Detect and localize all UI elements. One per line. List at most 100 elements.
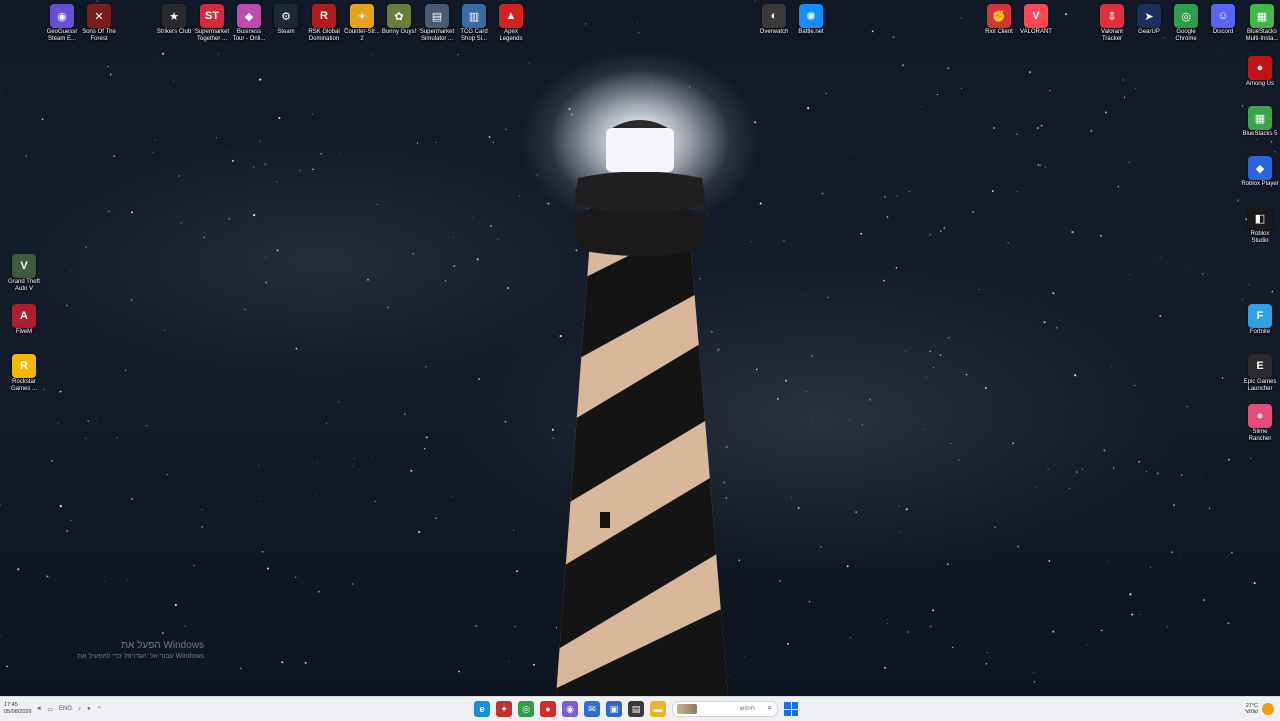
desktop-icon-valorant[interactable]: VVALORANT — [1014, 0, 1058, 36]
chevron-up-icon[interactable]: ⌃ — [97, 706, 102, 713]
watermark-title: הפעל את Windows — [62, 640, 204, 651]
desktop-icon-label: Sons Of The Forest — [77, 29, 121, 43]
taskbar-search[interactable]: חיפוש ⌕ — [672, 701, 778, 717]
mail-icon: ✉ — [588, 704, 596, 715]
desktop-icon-bluestacks-multi[interactable]: ▦BlueStacks Multi-Insta... — [1240, 0, 1280, 43]
desktop-icon-label: Rockstar Games ... — [2, 379, 46, 393]
app-icon: ◉ — [566, 704, 574, 715]
desktop-icon-gta-v[interactable]: VGrand Theft Auto V — [2, 250, 46, 293]
desktop-icon-roblox-player[interactable]: ◆Roblox Player — [1238, 152, 1280, 188]
forest-icon: ✕ — [87, 4, 111, 28]
rockstar-icon: R — [12, 354, 36, 378]
desktop-icon-label: Epic Games Launcher — [1238, 379, 1280, 393]
taskbar: 17:45 05/08/2026 🔊︎ ▭ ENG ♪ ● ⌃ e ✦ ◎ ● ◉ ✉ ▣ ▤… — [0, 696, 1280, 721]
taskbar-apps: e ✦ ◎ ● ◉ ✉ ▣ ▤ ▬ חיפוש ⌕ — [474, 699, 798, 719]
steam-icon: ⚙ — [274, 4, 298, 28]
desktop-icon-epic-games[interactable]: EEpic Games Launcher — [1238, 350, 1280, 393]
desktop-icon-label: BlueStacks 5 — [1238, 131, 1280, 138]
microphone-icon[interactable]: ♪ — [78, 706, 81, 712]
watermark-subtitle: עבור אל 'הגדרות' כדי להפעיל את Windows — [62, 653, 204, 660]
taskbar-app-app-record[interactable]: ● — [540, 701, 556, 717]
cards-icon: ▥ — [462, 4, 486, 28]
chrome-icon: ◎ — [522, 704, 530, 715]
gta-icon: V — [12, 254, 36, 278]
store-icon: ▤ — [425, 4, 449, 28]
apex-icon: ▲ — [499, 4, 523, 28]
desktop-icon-label: Roblox Studio — [1238, 231, 1280, 245]
shield-icon: ★ — [162, 4, 186, 28]
search-placeholder: חיפוש — [740, 706, 755, 712]
desktop-icon-bluestacks-5[interactable]: ▦BlueStacks 5 — [1238, 102, 1280, 138]
desktop-icon-slime-rancher[interactable]: ●Slime Rancher — [1238, 400, 1280, 443]
bluestacks-icon: ▦ — [1248, 106, 1272, 130]
app-icon: ✦ — [500, 704, 508, 715]
rsk-icon: R — [312, 4, 336, 28]
gearup-icon: ➤ — [1137, 4, 1161, 28]
taskbar-app-edge[interactable]: e — [474, 701, 490, 717]
cs2-icon: ✦ — [350, 4, 374, 28]
volume-icon[interactable]: 🔊︎ — [38, 706, 42, 713]
among-us-icon: ● — [1248, 56, 1272, 80]
taskbar-app-chrome[interactable]: ◎ — [518, 701, 534, 717]
network-icon[interactable]: ▭ — [47, 706, 53, 713]
start-button[interactable] — [784, 702, 798, 716]
desktop-icon-rockstar-games[interactable]: RRockstar Games ... — [2, 350, 46, 393]
language-indicator[interactable]: ENG — [59, 706, 72, 712]
taskbar-left-tray: 17:45 05/08/2026 🔊︎ ▭ ENG ♪ ● ⌃ — [4, 699, 102, 719]
tracker-icon: ⇩ — [1100, 4, 1124, 28]
search-icon: ⌕ — [768, 703, 772, 713]
desktop-icon-label: Slime Rancher — [1238, 429, 1280, 443]
desktop-icon-fivem[interactable]: AFiveM — [2, 300, 46, 336]
desktop-icon-label: Discord — [1201, 29, 1245, 36]
dice-icon: ◆ — [237, 4, 261, 28]
weather-sun-icon[interactable] — [1262, 703, 1274, 715]
taskbar-app-app-purple[interactable]: ◉ — [562, 701, 578, 717]
taskbar-app-app-red[interactable]: ✦ — [496, 701, 512, 717]
activate-windows-watermark: הפעל את Windows עבור אל 'הגדרות' כדי להפ… — [62, 640, 204, 660]
weather-widget[interactable]: 27°C שמשי — [1245, 703, 1258, 715]
desktop-icon-apex-legends[interactable]: ▲Apex Legends — [489, 0, 533, 43]
fivem-icon: A — [12, 304, 36, 328]
desktop-icon-label: Roblox Player — [1238, 181, 1280, 188]
map-pin-icon: ◉ — [50, 4, 74, 28]
taskbar-app-file-explorer[interactable]: ▬ — [650, 701, 666, 717]
supermarket-icon: ST — [200, 4, 224, 28]
roblox-icon: ◆ — [1248, 156, 1272, 180]
valorant-icon: V — [1024, 4, 1048, 28]
desktop-icon-discord[interactable]: ☺Discord — [1201, 0, 1245, 36]
app-tray-icon[interactable]: ● — [87, 706, 91, 712]
clock-date: 05/08/2026 — [4, 709, 32, 716]
folder-icon: ▬ — [654, 704, 663, 714]
desktop-icon-label: FiveM — [2, 329, 46, 336]
taskbar-app-mail[interactable]: ✉ — [584, 701, 600, 717]
discord-icon: ☺ — [1211, 4, 1235, 28]
weather-desc: שמשי — [1245, 709, 1258, 715]
overwatch-icon: ◐ — [762, 4, 786, 28]
store-icon: ▣ — [610, 704, 619, 715]
desktop-icon-among-us[interactable]: ●Among Us — [1238, 52, 1280, 88]
battlenet-icon: ✺ — [799, 4, 823, 28]
desktop-icon-label: VALORANT — [1014, 29, 1058, 36]
desktop-icon-battle-net[interactable]: ✺Battle.net — [789, 0, 833, 36]
roblox-studio-icon: ◧ — [1248, 206, 1272, 230]
clock-time: 17:45 — [4, 702, 32, 709]
edge-icon: e — [479, 704, 484, 714]
bunny-icon: ✿ — [387, 4, 411, 28]
app-icon: ▤ — [632, 704, 641, 715]
desktop-icon-roblox-studio[interactable]: ◧Roblox Studio — [1238, 202, 1280, 245]
taskbar-app-store[interactable]: ▣ — [606, 701, 622, 717]
lighthouse-image — [0, 0, 1280, 696]
desktop-icon-label: Among Us — [1238, 81, 1280, 88]
slime-icon: ● — [1248, 404, 1272, 428]
record-icon: ● — [545, 704, 550, 714]
desktop-icon-label: Fortnite — [1238, 329, 1280, 336]
fortnite-icon: F — [1248, 304, 1272, 328]
taskbar-app-app-dark[interactable]: ▤ — [628, 701, 644, 717]
epic-icon: E — [1248, 354, 1272, 378]
desktop-icon-fortnite[interactable]: FFortnite — [1238, 300, 1280, 336]
search-highlight-image — [677, 704, 697, 714]
bluestacks-icon: ▦ — [1250, 4, 1274, 28]
clock[interactable]: 17:45 05/08/2026 — [4, 702, 32, 716]
riot-icon: ✊ — [987, 4, 1011, 28]
desktop-icon-sons-of-the-forest[interactable]: ✕Sons Of The Forest — [77, 0, 121, 43]
